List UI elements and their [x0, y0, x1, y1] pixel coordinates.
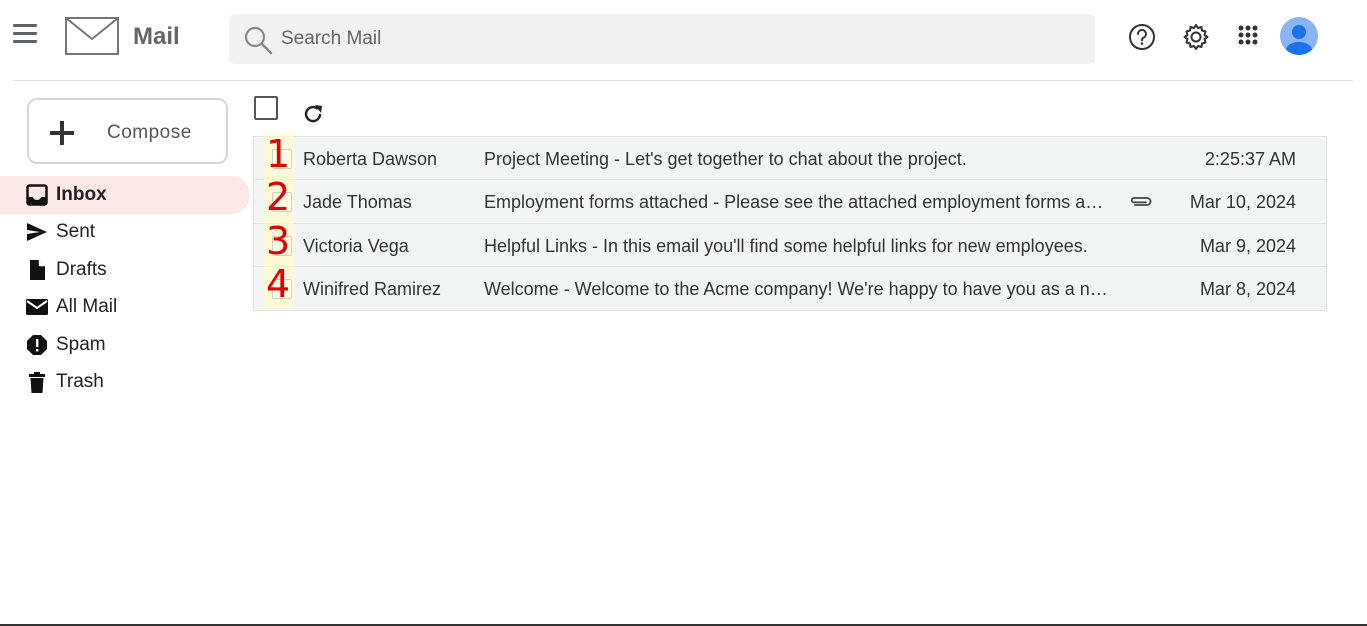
compose-button[interactable]: Compose	[27, 98, 228, 164]
email-date: 2:25:37 AM	[1204, 149, 1296, 169]
sidebar-item-label: Drafts	[56, 258, 107, 280]
email-row[interactable]: 4 Winifred Ramirez Welcome - Welcome to …	[254, 261, 1326, 311]
trash-icon	[29, 372, 45, 394]
sidebar-item-label: Inbox	[56, 183, 107, 205]
row-marker-number: 3	[266, 218, 291, 263]
help-icon[interactable]	[1127, 22, 1157, 52]
sidebar-item-trash[interactable]: Trash	[0, 364, 250, 402]
email-date: Mar 8, 2024	[1199, 278, 1296, 299]
email-date: Mar 10, 2024	[1189, 192, 1296, 213]
header-divider	[13, 80, 1353, 81]
select-all-checkbox[interactable]	[254, 96, 278, 120]
sidebar-item-label: Sent	[56, 221, 96, 243]
attachment-icon	[1130, 197, 1152, 207]
row-marker-number: 2	[266, 175, 291, 220]
email-preview: Welcome - Welcome to the Acme company! W…	[484, 278, 1112, 299]
compose-label: Compose	[107, 122, 192, 143]
draft-icon	[30, 259, 45, 280]
search-bar	[229, 14, 1095, 64]
row-marker-number: 1	[266, 132, 291, 176]
sidebar-item-label: All Mail	[56, 296, 118, 318]
search-icon[interactable]	[243, 25, 273, 55]
sidebar-item-sent[interactable]: Sent	[0, 214, 250, 252]
header: Mail	[0, 0, 1367, 80]
user-avatar-icon	[1286, 25, 1312, 55]
send-icon	[27, 223, 47, 242]
menu-line	[13, 32, 37, 35]
main-menu-button[interactable]	[13, 24, 37, 46]
sidebar-item-inbox[interactable]: Inbox	[0, 176, 250, 214]
mail-logo-icon	[65, 17, 119, 55]
apps-grid-icon[interactable]	[1235, 22, 1265, 52]
email-preview: Project Meeting - Let's get together to …	[484, 149, 967, 169]
sidebar-nav: Inbox Sent Drafts All Mail Spam Trash	[0, 176, 250, 401]
email-list: 1 Roberta Dawson Project Meeting - Let's…	[253, 132, 1327, 312]
menu-line	[13, 40, 37, 43]
email-sender: Winifred Ramirez	[303, 278, 442, 299]
email-sender: Victoria Vega	[303, 235, 409, 256]
settings-gear-icon[interactable]	[1181, 22, 1211, 52]
menu-line	[13, 24, 37, 27]
sidebar-item-spam[interactable]: Spam	[0, 326, 250, 364]
email-row[interactable]: 2 Jade Thomas Employment forms attached …	[254, 175, 1326, 224]
email-sender: Jade Thomas	[303, 192, 412, 213]
email-date: Mar 9, 2024	[1199, 235, 1296, 256]
sidebar-item-label: Trash	[56, 371, 104, 393]
app-name: Mail	[133, 23, 180, 50]
sidebar-item-label: Spam	[56, 333, 106, 355]
email-preview: Employment forms attached - Please see t…	[484, 192, 1112, 213]
email-row[interactable]: 1 Roberta Dawson Project Meeting - Let's…	[254, 132, 1326, 181]
email-row[interactable]: 3 Victoria Vega Helpful Links - In this …	[254, 218, 1326, 267]
email-preview: Helpful Links - In this email you'll fin…	[484, 235, 1088, 256]
sidebar-item-drafts[interactable]: Drafts	[0, 251, 250, 289]
plus-icon	[50, 121, 74, 145]
refresh-icon[interactable]	[302, 103, 324, 125]
spam-icon	[27, 334, 47, 355]
search-input[interactable]	[281, 14, 1081, 64]
inbox-icon	[26, 184, 48, 206]
user-avatar[interactable]	[1280, 17, 1318, 55]
sidebar-item-all-mail[interactable]: All Mail	[0, 289, 250, 327]
row-marker-number: 4	[266, 261, 291, 306]
email-sender: Roberta Dawson	[303, 149, 438, 169]
mail-icon	[26, 299, 48, 316]
